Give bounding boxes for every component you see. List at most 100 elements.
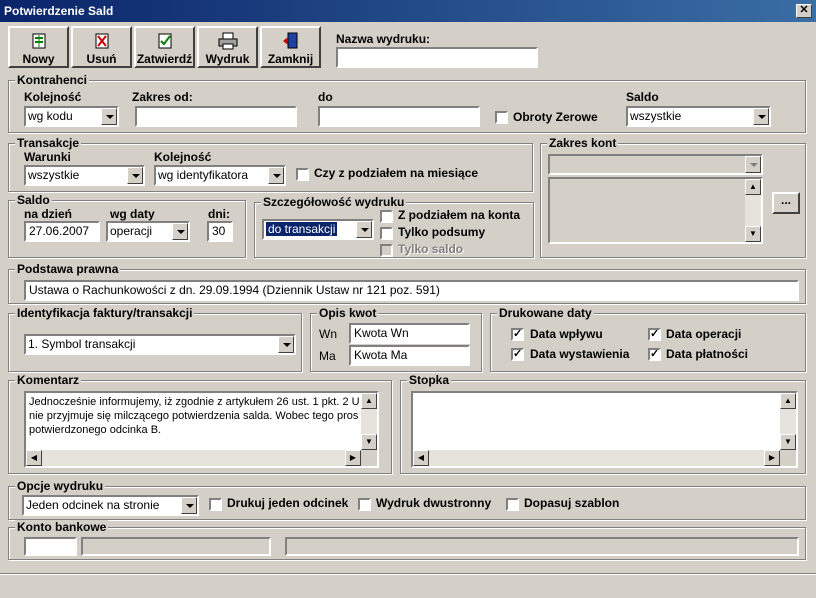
scroll-down-icon[interactable]: ▼ xyxy=(780,434,796,450)
comment-textarea[interactable]: Jednocześnie informujemy, iż zgodnie z a… xyxy=(24,391,379,468)
konto-title: Konto bankowe xyxy=(15,520,109,534)
conditions-value: wszystkie xyxy=(28,168,80,182)
status-bar xyxy=(0,574,816,598)
by-date-combo[interactable]: operacji xyxy=(106,221,190,242)
chevron-down-icon[interactable] xyxy=(356,221,372,238)
footer-textarea[interactable]: ▲ ▼ ◀ ▶ xyxy=(411,391,798,468)
print-button-label: Wydruk xyxy=(205,52,250,66)
legal-basis-input[interactable]: Ustawa o Rachunkowości z dn. 29.09.1994 … xyxy=(24,280,799,301)
date-issued-label: Data wystawienia xyxy=(530,347,630,361)
date-issued-checkbox[interactable]: ✓ xyxy=(511,348,524,361)
range-to-input[interactable] xyxy=(318,106,480,127)
balance-only-label: Tylko saldo xyxy=(398,242,464,256)
chevron-down-icon[interactable] xyxy=(101,108,117,125)
date-input[interactable]: 27.06.2007 xyxy=(24,221,100,242)
split-accounts-label: Z podziałem na konta xyxy=(398,208,521,222)
days-input[interactable]: 30 xyxy=(207,221,233,242)
scroll-corner xyxy=(780,450,796,466)
by-date-label: wg daty xyxy=(110,207,155,221)
szczegolowosc-title: Szczegółowość wydruku xyxy=(261,195,407,209)
scroll-down-icon[interactable]: ▼ xyxy=(745,226,761,242)
komentarz-title: Komentarz xyxy=(15,373,82,387)
scroll-up-icon[interactable]: ▲ xyxy=(745,179,761,195)
duplex-label: Wydruk dwustronny xyxy=(376,496,492,510)
date-payment-label: Data płatności xyxy=(666,347,749,361)
zero-turnover-label: Obroty Zerowe xyxy=(513,110,598,124)
comment-line: potwierdzonego odcinka B. xyxy=(29,424,162,436)
saldo-title: Saldo xyxy=(15,193,52,207)
vertical-scrollbar[interactable]: ▲ ▼ xyxy=(780,393,796,450)
bank-field-3[interactable] xyxy=(285,537,799,556)
subtotals-only-label: Tylko podsumy xyxy=(398,225,486,239)
ma-input[interactable]: Kwota Ma xyxy=(349,345,470,366)
chevron-down-icon[interactable] xyxy=(745,156,761,173)
vertical-scrollbar[interactable]: ▲ ▼ xyxy=(361,393,377,450)
new-doc-icon xyxy=(32,33,45,49)
date-operation-label: Data operacji xyxy=(666,327,742,341)
chevron-down-icon[interactable] xyxy=(753,108,769,125)
bank-field-2[interactable] xyxy=(81,537,271,556)
balance-combo[interactable]: wszystkie xyxy=(626,106,771,127)
wn-label: Wn xyxy=(319,327,337,341)
range-to-label: do xyxy=(318,90,333,104)
transakcje-title: Transakcje xyxy=(15,136,82,150)
scroll-up-icon[interactable]: ▲ xyxy=(780,393,796,409)
zero-turnover-checkbox[interactable] xyxy=(495,111,508,124)
scroll-left-icon[interactable]: ◀ xyxy=(413,450,429,466)
close-button-label: Zamknij xyxy=(267,52,314,66)
invoice-id-combo[interactable]: 1. Symbol transakcji xyxy=(24,334,296,355)
exit-door-icon xyxy=(282,32,297,49)
close-icon[interactable]: ✕ xyxy=(796,4,812,18)
fit-template-checkbox[interactable] xyxy=(506,498,519,511)
account-range-list[interactable]: ▲ ▼ xyxy=(548,177,763,244)
scroll-right-icon[interactable]: ▶ xyxy=(764,450,780,466)
duplex-checkbox[interactable] xyxy=(358,498,371,511)
horizontal-scrollbar[interactable]: ◀ ▶ xyxy=(413,450,780,466)
subtotals-only-checkbox[interactable] xyxy=(380,227,393,240)
print-button[interactable]: Wydruk xyxy=(197,26,258,68)
chevron-down-icon[interactable] xyxy=(127,167,143,184)
window-titlebar: Potwierdzenie Sald xyxy=(0,0,816,22)
transakcje-order-value: wg identyfikatora xyxy=(158,168,249,182)
scroll-right-icon[interactable]: ▶ xyxy=(345,450,361,466)
detail-level-combo[interactable]: do transakcji xyxy=(262,219,374,240)
kontrahenci-order-combo[interactable]: wg kodu xyxy=(24,106,119,127)
balance-only-checkbox[interactable] xyxy=(380,244,393,257)
zakres-kont-title: Zakres kont xyxy=(547,136,619,150)
date-operation-checkbox[interactable]: ✓ xyxy=(648,328,661,341)
date-payment-checkbox[interactable]: ✓ xyxy=(648,348,661,361)
by-date-value: operacji xyxy=(110,224,153,238)
range-from-input[interactable] xyxy=(135,106,297,127)
monthly-split-checkbox[interactable] xyxy=(296,168,309,181)
transakcje-order-combo[interactable]: wg identyfikatora xyxy=(154,165,286,186)
delete-button-label: Usuń xyxy=(86,52,117,66)
wn-input[interactable]: Kwota Wn xyxy=(349,323,470,344)
browse-accounts-button[interactable]: ... xyxy=(772,192,800,214)
scroll-left-icon[interactable]: ◀ xyxy=(26,450,42,466)
fit-template-label: Dopasuj szablon xyxy=(524,496,620,510)
delete-button[interactable]: Usuń xyxy=(71,26,132,68)
scroll-down-icon[interactable]: ▼ xyxy=(361,434,377,450)
bank-field-1[interactable] xyxy=(24,537,77,556)
vertical-scrollbar[interactable]: ▲ ▼ xyxy=(745,179,761,242)
account-range-combo[interactable] xyxy=(548,154,763,175)
print-name-input[interactable] xyxy=(336,47,538,68)
single-section-checkbox[interactable] xyxy=(209,498,222,511)
date-received-checkbox[interactable]: ✓ xyxy=(511,328,524,341)
chevron-down-icon[interactable] xyxy=(268,167,284,184)
new-button[interactable]: Nowy xyxy=(8,26,69,68)
scroll-corner xyxy=(361,450,377,466)
comment-line: Jednocześnie informujemy, iż zgodnie z a… xyxy=(29,396,359,408)
chevron-down-icon[interactable] xyxy=(278,336,294,353)
chevron-down-icon[interactable] xyxy=(172,223,188,240)
horizontal-scrollbar[interactable]: ◀ ▶ xyxy=(26,450,361,466)
scroll-up-icon[interactable]: ▲ xyxy=(361,393,377,409)
approve-doc-icon xyxy=(158,33,171,49)
conditions-combo[interactable]: wszystkie xyxy=(24,165,145,186)
close-button[interactable]: Zamknij xyxy=(260,26,321,68)
kontrahenci-order-label: Kolejność xyxy=(24,90,82,104)
approve-button[interactable]: Zatwierdź xyxy=(134,26,195,68)
chevron-down-icon[interactable] xyxy=(181,497,197,514)
split-accounts-checkbox[interactable] xyxy=(380,210,393,223)
print-layout-combo[interactable]: Jeden odcinek na stronie xyxy=(22,495,199,516)
